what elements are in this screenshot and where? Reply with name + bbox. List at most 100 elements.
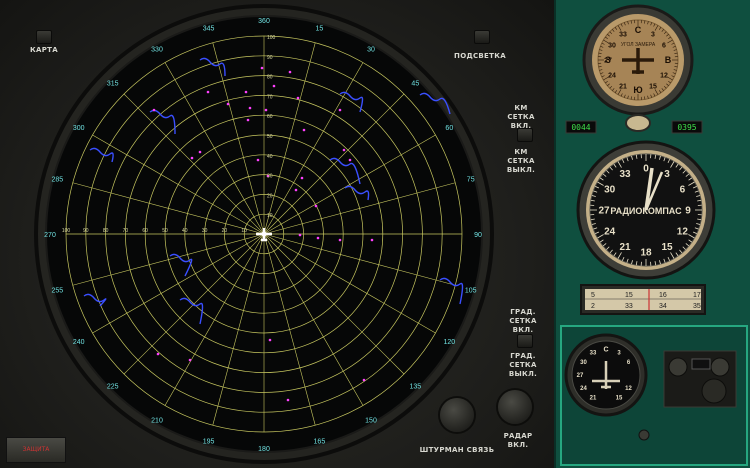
counter-right: 0395 bbox=[677, 123, 696, 132]
navigator-comm-label: ШТУРМАН СВЯЗЬ bbox=[419, 446, 495, 454]
tuner-knob-2[interactable] bbox=[710, 357, 730, 377]
radar-blip bbox=[302, 128, 306, 132]
dial-label: 21 bbox=[590, 396, 597, 402]
bearing-label: 75 bbox=[467, 177, 475, 184]
navigator-comm-knob[interactable] bbox=[440, 398, 474, 432]
radar-blip bbox=[244, 90, 248, 94]
deg-grid-on-button[interactable] bbox=[517, 334, 533, 348]
tuner-knob-1[interactable] bbox=[668, 357, 688, 377]
dial-label: 15 bbox=[649, 83, 657, 90]
dial-label: 33 bbox=[619, 31, 627, 38]
range-label: 100 bbox=[62, 228, 71, 234]
radar-blip bbox=[300, 176, 304, 180]
radar-blip bbox=[226, 102, 230, 106]
dial-label: С bbox=[635, 25, 642, 35]
backlight-button[interactable] bbox=[474, 30, 490, 44]
dial-label: 9 bbox=[685, 206, 691, 217]
heading-scale: 5 15 16 17 2 33 34 35 bbox=[580, 284, 706, 315]
range-label: 30 bbox=[267, 174, 273, 180]
range-label: 70 bbox=[267, 94, 273, 100]
dial-label: 21 bbox=[619, 242, 631, 253]
bearing-label: 270 bbox=[44, 232, 56, 239]
range-label: 50 bbox=[162, 228, 168, 234]
range-label: 40 bbox=[267, 154, 273, 160]
small-knob[interactable] bbox=[638, 429, 650, 441]
dial-label: 3 bbox=[651, 31, 655, 38]
bearing-label: 90 bbox=[474, 232, 482, 239]
counter-left: 0044 bbox=[571, 123, 590, 132]
range-label: 70 bbox=[123, 228, 129, 234]
radar-blip bbox=[370, 238, 374, 242]
deg-grid-on-label: ГРАД. СЕТКА ВКЛ. bbox=[509, 308, 537, 334]
small-instrument-svg: С3612152124273033 bbox=[564, 333, 737, 441]
tuner-dial[interactable] bbox=[701, 378, 727, 404]
scale-label: 15 bbox=[625, 292, 633, 299]
radiocompass-gauge: 03691215182124273033 РАДИОКОМПАС bbox=[576, 140, 716, 280]
scale-label: 33 bbox=[625, 303, 633, 310]
range-label: 90 bbox=[83, 228, 89, 234]
radar-blip bbox=[256, 158, 260, 162]
dial-label: Ю bbox=[633, 85, 642, 95]
backlight-label: ПОДСВЕТКА bbox=[454, 52, 506, 60]
km-grid-on-label: КМ СЕТКА ВКЛ. bbox=[507, 104, 535, 130]
radar-on-label: РАДАР ВКЛ. bbox=[503, 432, 533, 449]
dial-label: 30 bbox=[604, 185, 616, 196]
dial-label: 30 bbox=[580, 360, 587, 366]
bearing-label: 195 bbox=[203, 439, 215, 446]
range-label: 20 bbox=[267, 193, 273, 199]
compass-inner-text: УГОЛ ЗАМЕРА bbox=[621, 42, 656, 48]
scale-label: 5 bbox=[591, 292, 595, 299]
km-grid-on-button[interactable] bbox=[517, 128, 533, 142]
radar-on-knob[interactable] bbox=[498, 390, 532, 424]
map-label: КАРТА bbox=[30, 46, 58, 54]
radar-blip bbox=[298, 233, 302, 237]
bearing-label: 180 bbox=[258, 446, 270, 453]
dial-label: 21 bbox=[619, 83, 627, 90]
radar-blip bbox=[348, 158, 352, 162]
range-label: 80 bbox=[267, 75, 273, 81]
scale-label: 2 bbox=[591, 303, 595, 310]
dial-label: 33 bbox=[619, 169, 631, 180]
compass-knob[interactable] bbox=[625, 114, 651, 132]
km-grid-off-label: КМ СЕТКА ВЫКЛ. bbox=[506, 148, 536, 174]
range-label: 30 bbox=[202, 228, 208, 234]
tuner-window bbox=[691, 358, 711, 370]
dial-label: 18 bbox=[640, 248, 652, 259]
radar-blip bbox=[260, 66, 264, 70]
badge-text: ЗАЩИТА bbox=[22, 446, 50, 453]
radar-blip bbox=[156, 352, 160, 356]
range-label: 10 bbox=[241, 228, 247, 234]
bearing-label: 15 bbox=[315, 25, 323, 32]
radar-blip bbox=[272, 84, 276, 88]
badge-plate: ЗАЩИТА bbox=[6, 437, 66, 463]
radar-scope: 360 15 30 45 60 75 90 105 120 135 150 165 180 195 210 2… bbox=[34, 4, 494, 464]
range-label: 50 bbox=[267, 134, 273, 140]
bearing-label: 315 bbox=[107, 81, 119, 88]
bearing-label: 345 bbox=[203, 25, 215, 32]
bearing-label: 150 bbox=[365, 417, 377, 424]
range-label: 90 bbox=[267, 55, 273, 61]
dial-label: С bbox=[603, 346, 608, 353]
range-label: 60 bbox=[267, 114, 273, 120]
radar-blip bbox=[314, 204, 318, 208]
radar-blip bbox=[190, 156, 194, 160]
map-button[interactable] bbox=[36, 30, 52, 44]
mini-compass: С3612152124273033 bbox=[564, 333, 648, 417]
scale-label: 35 bbox=[693, 303, 701, 310]
radar-blip bbox=[206, 90, 210, 94]
dial-label: 6 bbox=[662, 42, 666, 49]
bearing-label: 210 bbox=[151, 417, 163, 424]
dial-label: 12 bbox=[660, 72, 668, 79]
bearing-label: 135 bbox=[409, 383, 421, 390]
dial-label: 15 bbox=[616, 396, 623, 402]
bearing-label: 165 bbox=[314, 439, 326, 446]
dial-label: В bbox=[665, 55, 672, 65]
deg-grid-off-label: ГРАД. СЕТКА ВЫКЛ. bbox=[508, 352, 538, 378]
bearing-label: 60 bbox=[445, 125, 453, 132]
dial-label: 27 bbox=[604, 57, 612, 64]
dial-label: 24 bbox=[608, 72, 616, 79]
dial-label: 3 bbox=[664, 169, 670, 180]
dial-label: 0 bbox=[643, 164, 649, 175]
radar-blip bbox=[294, 188, 298, 192]
bearing-label: 240 bbox=[73, 339, 85, 346]
